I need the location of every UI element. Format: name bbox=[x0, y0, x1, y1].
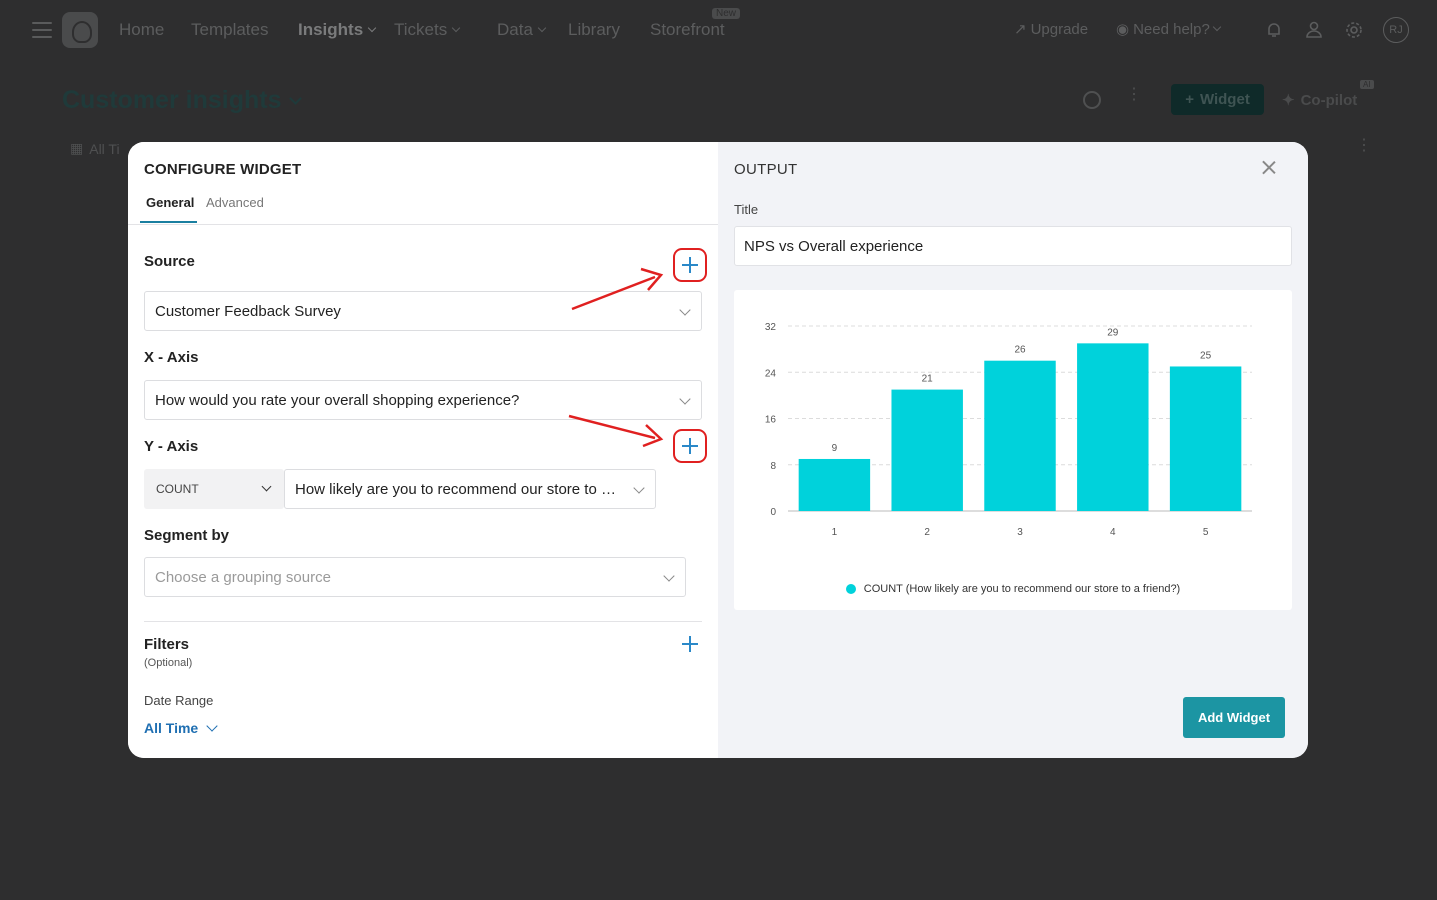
rocket-icon: ↗ bbox=[1014, 21, 1027, 38]
configure-title: CONFIGURE WIDGET bbox=[144, 161, 302, 178]
source-label: Source bbox=[144, 253, 195, 270]
more-options-icon[interactable]: ⋮ bbox=[1126, 87, 1142, 103]
y-axis-label: Y - Axis bbox=[144, 438, 199, 455]
time-filter[interactable]: ▦ All Ti bbox=[70, 140, 120, 157]
y-tick-label: 24 bbox=[765, 368, 777, 379]
chevron-down-icon bbox=[537, 23, 547, 33]
x-tick-label: 5 bbox=[1203, 527, 1209, 538]
chevron-down-icon bbox=[663, 570, 675, 582]
divider bbox=[144, 621, 702, 622]
y-aggregate-select[interactable]: COUNT bbox=[144, 469, 284, 509]
x-axis-select[interactable]: How would you rate your overall shopping… bbox=[144, 380, 702, 420]
alarm-icon[interactable] bbox=[1083, 91, 1101, 109]
configure-panel: CONFIGURE WIDGET General Advanced Source… bbox=[128, 142, 718, 758]
nav-library[interactable]: Library bbox=[568, 20, 620, 40]
bar bbox=[1077, 343, 1149, 511]
nav-data[interactable]: Data bbox=[497, 20, 547, 40]
nav-templates[interactable]: Templates bbox=[191, 20, 268, 40]
chevron-down-icon bbox=[679, 304, 691, 316]
chevron-down-icon bbox=[289, 92, 303, 105]
bar bbox=[984, 360, 1056, 511]
x-axis-label: X - Axis bbox=[144, 349, 199, 366]
chevron-down-icon bbox=[451, 23, 461, 33]
legend-label: COUNT (How likely are you to recommend o… bbox=[863, 583, 1181, 595]
help-menu[interactable]: ◉ Need help? bbox=[1116, 20, 1222, 38]
y-tick-label: 8 bbox=[770, 461, 776, 472]
copilot-button[interactable]: ✦ Co-pilot bbox=[1282, 91, 1357, 110]
annotation-arrows bbox=[568, 267, 664, 448]
data-label: 29 bbox=[1107, 327, 1119, 338]
add-widget-header-button[interactable]: + Widget bbox=[1171, 84, 1264, 115]
close-icon[interactable] bbox=[1261, 160, 1277, 176]
data-label: 26 bbox=[1014, 345, 1026, 356]
top-navigation-bar: Home Templates Insights Tickets Data Lib… bbox=[0, 0, 1437, 60]
output-title: OUTPUT bbox=[734, 161, 798, 178]
chart-preview: 0 8 16 24 32 9 1 21 2 26 3 29 4 25 5 COUNT (How likely… bbox=[734, 290, 1292, 610]
nav-storefront[interactable]: Storefront bbox=[650, 20, 725, 40]
legend-swatch bbox=[845, 584, 856, 594]
data-label: 25 bbox=[1200, 350, 1212, 361]
y-axis-select[interactable]: How likely are you to recommend our stor… bbox=[284, 469, 656, 509]
page-title[interactable]: Customer insights bbox=[62, 86, 303, 115]
bar bbox=[891, 389, 963, 511]
avatar[interactable]: RJ bbox=[1383, 17, 1409, 43]
highlight-ring bbox=[673, 429, 707, 463]
plus-icon: + bbox=[1185, 91, 1194, 108]
configure-tabs: General Advanced bbox=[128, 194, 718, 225]
y-tick-label: 0 bbox=[770, 507, 776, 518]
add-widget-button[interactable]: Add Widget bbox=[1183, 697, 1285, 738]
chevron-down-icon bbox=[679, 393, 691, 405]
output-panel: OUTPUT Title NPS vs Overall experience 0… bbox=[718, 142, 1308, 758]
tab-advanced[interactable]: Advanced bbox=[206, 195, 264, 210]
nav-home[interactable]: Home bbox=[119, 20, 164, 40]
data-label: 21 bbox=[922, 374, 934, 385]
date-range-label: Date Range bbox=[144, 693, 214, 708]
bar bbox=[798, 458, 871, 511]
ai-badge: AI bbox=[1360, 80, 1374, 89]
x-tick-label: 3 bbox=[1017, 527, 1023, 538]
filters-label: Filters bbox=[144, 636, 190, 653]
bell-icon[interactable] bbox=[1264, 20, 1284, 40]
bar bbox=[1169, 366, 1242, 511]
x-tick-label: 4 bbox=[1110, 527, 1116, 538]
filters-optional: (Optional) bbox=[144, 657, 193, 669]
sparkle-icon: ✦ bbox=[1282, 92, 1295, 109]
chevron-down-icon bbox=[633, 482, 645, 494]
headset-icon: ◉ bbox=[1116, 21, 1130, 38]
app-logo[interactable] bbox=[62, 12, 98, 48]
gear-icon[interactable] bbox=[1344, 20, 1364, 40]
menu-icon[interactable] bbox=[32, 22, 52, 38]
nav-insights[interactable]: Insights bbox=[298, 20, 377, 40]
source-select[interactable]: Customer Feedback Survey bbox=[144, 291, 702, 331]
x-tick-label: 2 bbox=[924, 527, 930, 538]
segment-select[interactable]: Choose a grouping source bbox=[144, 557, 686, 597]
upgrade-link[interactable]: ↗ Upgrade bbox=[1014, 20, 1088, 39]
chart-legend: COUNT (How likely are you to recommend o… bbox=[734, 583, 1292, 595]
user-icon[interactable] bbox=[1304, 20, 1324, 40]
nav-tickets[interactable]: Tickets bbox=[394, 20, 461, 40]
bar-chart: 0816243291212263294255 bbox=[765, 322, 1252, 538]
widget-title-input[interactable]: NPS vs Overall experience bbox=[734, 226, 1292, 266]
calendar-icon: ▦ bbox=[70, 140, 84, 156]
new-badge: New bbox=[712, 8, 741, 19]
y-tick-label: 32 bbox=[765, 322, 777, 333]
chevron-down-icon bbox=[261, 481, 272, 492]
add-filter-plus-icon[interactable] bbox=[680, 634, 700, 654]
x-tick-label: 1 bbox=[832, 527, 838, 538]
active-tab-indicator bbox=[140, 221, 197, 223]
highlight-ring bbox=[673, 248, 707, 282]
widget-title-label: Title bbox=[734, 202, 759, 217]
segment-label: Segment by bbox=[144, 527, 230, 544]
y-tick-label: 16 bbox=[765, 415, 777, 426]
configure-widget-modal: CONFIGURE WIDGET General Advanced Source… bbox=[128, 142, 1308, 758]
chevron-down-icon bbox=[367, 23, 377, 33]
chevron-down-icon bbox=[1212, 22, 1222, 32]
data-label: 9 bbox=[832, 443, 838, 454]
chevron-down-icon bbox=[206, 720, 218, 732]
date-range-select[interactable]: All Time bbox=[144, 720, 218, 736]
tab-general[interactable]: General bbox=[146, 195, 194, 210]
more-options-icon[interactable]: ⋮ bbox=[1356, 138, 1372, 154]
